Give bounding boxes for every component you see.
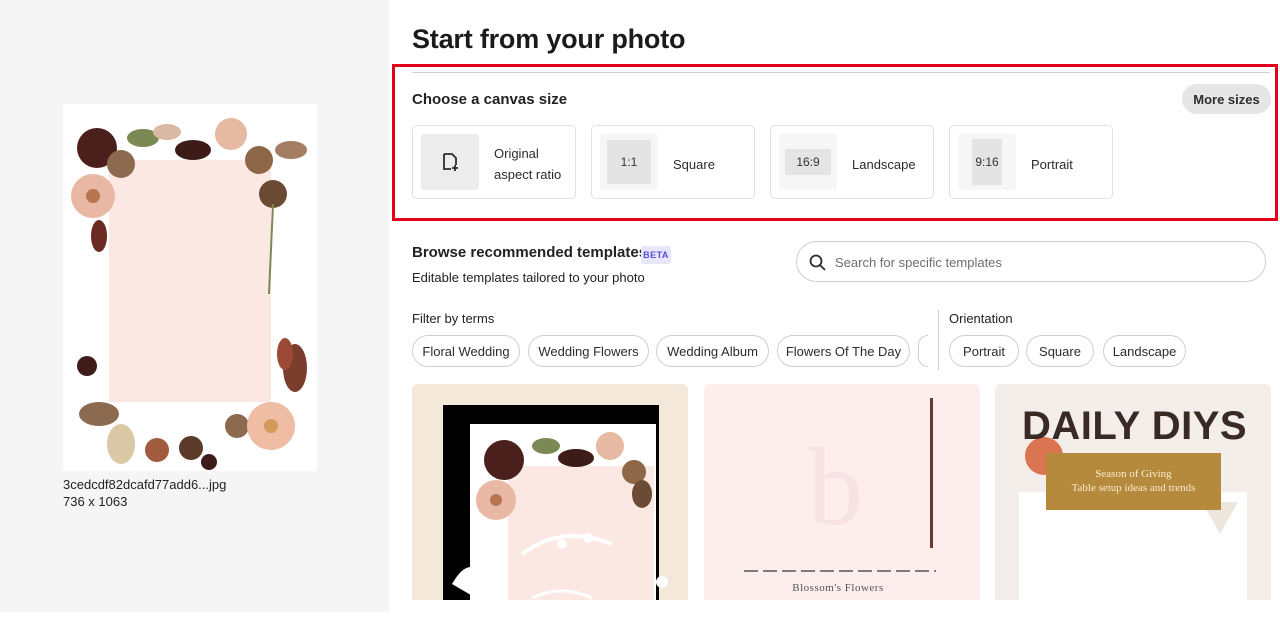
canvas-option-original[interactable]: Original aspect ratio	[412, 125, 576, 199]
template-caption: Blossom's Flowers	[792, 582, 884, 594]
template-card-floral-photo[interactable]	[412, 384, 688, 600]
file-dimensions: 736 x 1063	[63, 494, 128, 509]
canvas-option-portrait[interactable]: 9:16 Portrait	[949, 125, 1113, 199]
canvas-option-square[interactable]: 1:1 Square	[591, 125, 755, 199]
canvas-option-square-thumb: 1:1	[600, 134, 658, 190]
ratio-indicator: 16:9	[785, 149, 831, 175]
canvas-option-label: Original aspect ratio	[494, 146, 562, 182]
template-card-daily-diys[interactable]: DAILY DIYS Season of Giving Table setup …	[995, 384, 1271, 600]
uploaded-photo-preview	[63, 104, 317, 471]
svg-text:b: b	[808, 426, 863, 548]
canvas-option-landscape[interactable]: 16:9 Landscape	[770, 125, 934, 199]
filter-chip-floral-wedding[interactable]: Floral Wedding	[412, 335, 520, 367]
template-search-box[interactable]	[796, 241, 1266, 282]
browse-templates-subtitle: Editable templates tailored to your phot…	[412, 270, 645, 285]
template-preview-image: b	[744, 398, 936, 572]
orientation-label: Orientation	[949, 311, 1013, 326]
orientation-chip-landscape[interactable]: Landscape	[1103, 335, 1186, 367]
photo-preview-panel: 3cedcdf82dcafd77add6...jpg 736 x 1063	[0, 0, 389, 612]
search-icon	[809, 254, 826, 271]
canvas-option-label: Square	[673, 157, 715, 172]
canvas-option-original-thumb	[421, 134, 479, 190]
template-heading: DAILY DIYS	[1022, 404, 1248, 448]
template-banner: Season of Giving Table setup ideas and t…	[1046, 453, 1221, 510]
orientation-chip-portrait[interactable]: Portrait	[949, 335, 1019, 367]
template-search-input[interactable]	[835, 251, 1255, 273]
floral-frame-image	[63, 104, 317, 471]
filter-chip-flowers-of-the-day[interactable]: Flowers Of The Day	[777, 335, 910, 367]
canvas-size-heading: Choose a canvas size	[412, 91, 568, 108]
browse-templates-heading: Browse recommended templates	[412, 244, 648, 261]
canvas-option-portrait-thumb: 9:16	[958, 134, 1016, 190]
filter-chip-wedding-flowers[interactable]: Wedding Flowers	[528, 335, 649, 367]
template-banner-line1: Season of Giving	[1095, 468, 1172, 480]
canvas-option-landscape-thumb: 16:9	[779, 134, 837, 190]
canvas-option-label: Landscape	[852, 157, 916, 172]
file-name: 3cedcdf82dcafd77add6...jpg	[63, 477, 227, 492]
more-sizes-button[interactable]: More sizes	[1182, 84, 1271, 114]
template-banner-line2: Table setup ideas and trends	[1071, 482, 1196, 494]
canvas-option-label: Portrait	[1031, 157, 1073, 172]
filter-divider	[938, 310, 939, 370]
template-preview-image	[443, 405, 668, 600]
add-image-icon	[443, 153, 458, 171]
ratio-indicator: 9:16	[972, 139, 1002, 185]
template-card-blossom[interactable]: b Blossom's Flowers	[704, 384, 980, 600]
beta-badge: BETA	[641, 246, 671, 264]
ratio-indicator: 1:1	[607, 140, 651, 184]
orientation-chip-square[interactable]: Square	[1026, 335, 1094, 367]
filter-terms-label: Filter by terms	[412, 311, 495, 326]
filter-chip-overflow[interactable]	[918, 335, 928, 367]
filter-chip-wedding-album[interactable]: Wedding Album	[656, 335, 769, 367]
page-title: Start from your photo	[412, 24, 686, 54]
